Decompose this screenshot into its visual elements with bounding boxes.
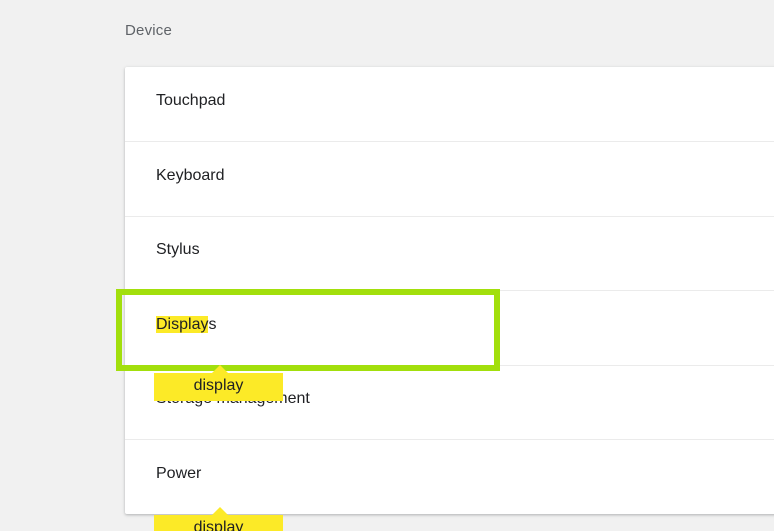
settings-row-power[interactable]: Power xyxy=(125,440,774,514)
search-match-highlight: Display xyxy=(156,316,209,333)
settings-row-displays[interactable]: Displays xyxy=(125,291,774,366)
search-result-bubble: display xyxy=(154,507,283,531)
row-label-rest: s xyxy=(208,316,217,333)
row-label: Keyboard xyxy=(156,167,225,184)
settings-row-keyboard[interactable]: Keyboard xyxy=(125,142,774,217)
row-label: Displays xyxy=(156,316,216,334)
row-label: Power xyxy=(156,465,202,482)
settings-row-touchpad[interactable]: Touchpad xyxy=(125,67,774,142)
row-label: Stylus xyxy=(156,241,200,258)
search-result-bubble: display xyxy=(154,365,283,401)
row-label: Touchpad xyxy=(156,92,226,109)
settings-page: Device Touchpad Keyboard Stylus Displays… xyxy=(0,0,774,531)
device-settings-card: Touchpad Keyboard Stylus Displays Storag… xyxy=(125,67,774,514)
section-title-device: Device xyxy=(125,22,173,39)
settings-row-stylus[interactable]: Stylus xyxy=(125,216,774,291)
